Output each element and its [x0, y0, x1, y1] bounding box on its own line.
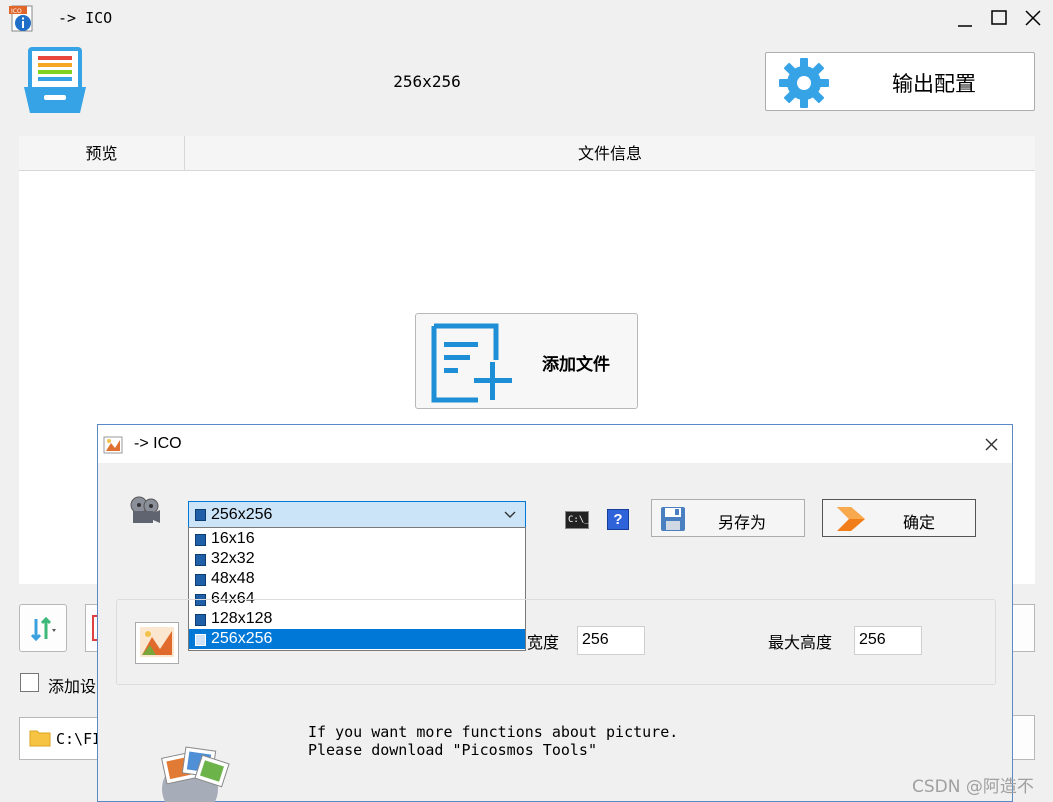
film-mini-icon: [195, 554, 206, 566]
folder-icon: [29, 730, 51, 747]
add-setting-checkbox-label: 添加设: [48, 677, 97, 696]
watermark: CSDN @阿造不: [912, 777, 1034, 797]
dropdown-option[interactable]: 16x16: [189, 529, 525, 549]
dropdown-option[interactable]: 32x32: [189, 549, 525, 569]
dialog-title: -> ICO: [134, 435, 182, 452]
ico-dialog: -> ICO 256x256 16x16 32x32 48x48 64x64 1…: [97, 424, 1013, 802]
chevron-down-icon: [504, 511, 516, 518]
column-header-preview[interactable]: 预览: [19, 136, 185, 171]
max-height-input[interactable]: 256: [854, 626, 922, 655]
picture-app-icon: [103, 435, 123, 455]
save-as-label: 另存为: [718, 513, 767, 532]
maximize-button[interactable]: [984, 6, 1014, 30]
max-height-label: 最大高度: [768, 633, 833, 652]
promo-text: If you want more functions about picture…: [308, 723, 678, 759]
app-icon: ICO: [9, 5, 37, 33]
floppy-disk-icon: [661, 507, 685, 531]
column-header-file-info[interactable]: 文件信息: [185, 136, 1035, 171]
promo-line-2: Please download "Picosmos Tools": [308, 741, 597, 759]
max-width-input[interactable]: 256: [577, 626, 645, 655]
save-as-button[interactable]: 另存为: [651, 499, 805, 537]
film-mini-icon: [195, 509, 206, 521]
max-width-label: 宽度: [527, 633, 560, 652]
dropdown-option[interactable]: 48x48: [189, 569, 525, 589]
close-button[interactable]: [1018, 6, 1048, 30]
dialog-title-bar: -> ICO: [98, 425, 1012, 463]
icon-size-select[interactable]: 256x256: [188, 501, 526, 528]
output-config-button[interactable]: 输出配置: [765, 52, 1035, 111]
command-line-icon[interactable]: C:\_: [565, 511, 590, 529]
film-mini-icon: [195, 574, 206, 586]
arrow-right-icon: [837, 507, 865, 531]
add-file-button[interactable]: 添加文件: [415, 313, 638, 409]
confirm-button[interactable]: 确定: [822, 499, 976, 537]
help-icon[interactable]: ?: [607, 509, 629, 530]
browse-path-button[interactable]: [1012, 715, 1035, 760]
title-bar: ICO -> ICO: [0, 0, 1053, 37]
dialog-close-button[interactable]: [982, 435, 1002, 455]
right-action-button[interactable]: [1012, 604, 1035, 652]
file-tray-logo-icon: [22, 47, 88, 115]
image-icon: [135, 622, 179, 664]
output-path-field[interactable]: C:\FI: [19, 717, 109, 760]
film-mini-icon: [195, 534, 206, 546]
picosmos-tools-icon[interactable]: [142, 737, 238, 802]
svg-text:ICO: ICO: [11, 8, 22, 15]
minimize-button[interactable]: [950, 6, 980, 30]
dimension-group: 宽度 256 最大高度 256: [116, 599, 996, 685]
sort-arrows-icon: [30, 616, 56, 642]
add-setting-checkbox[interactable]: [20, 673, 39, 692]
confirm-label: 确定: [903, 513, 936, 532]
gear-icon: [779, 58, 829, 108]
promo-line-1: If you want more functions about picture…: [308, 723, 679, 741]
output-path-text: C:\FI: [56, 730, 102, 748]
icon-size-select-value: 256x256: [211, 506, 273, 523]
sort-order-button[interactable]: [19, 604, 67, 652]
output-config-label: 输出配置: [892, 72, 976, 96]
add-document-icon: [431, 323, 512, 403]
add-file-label: 添加文件: [542, 355, 610, 375]
current-size-label: 256x256: [393, 72, 461, 91]
window-title: -> ICO: [58, 9, 113, 27]
film-reel-icon: [129, 495, 161, 525]
